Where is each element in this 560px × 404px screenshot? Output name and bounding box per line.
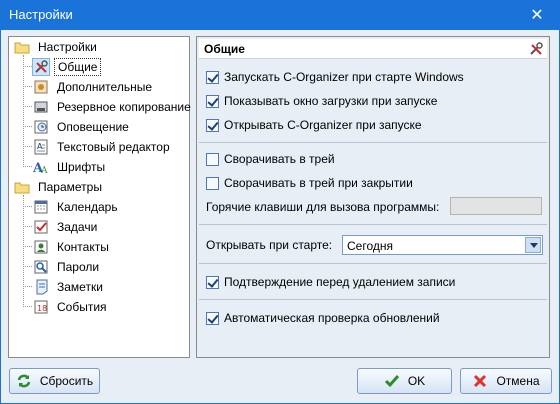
tree-item-label: Календарь [57,200,118,214]
checkbox-label: Автоматическая проверка обновлений [224,311,440,325]
tree-item-events[interactable]: 18 События [33,298,110,316]
folder-icon [14,179,30,195]
checkbox-label: Открывать C-Organizer при запуске [224,118,422,132]
show-splash-checkbox[interactable]: Показывать окно загрузки при запуске [206,94,437,108]
tree-item-passwords[interactable]: Пароли [33,258,102,276]
minimize-to-tray-on-close-checkbox[interactable]: Сворачивать в трей при закрытии [206,176,413,190]
cancel-button-label: Отмена [496,374,540,388]
checkbox-box[interactable] [206,118,219,132]
tree-item-notes[interactable]: Заметки [33,278,106,296]
tree-item-calendar[interactable]: Календарь [33,198,121,216]
checkbox-label: Показывать окно загрузки при запуске [224,94,438,108]
tree-item-advanced[interactable]: Дополнительные [33,78,155,96]
passwords-icon [33,259,49,275]
tree-item-label: Заметки [57,280,103,294]
checkbox-label: Сворачивать в трей при закрытии [224,176,413,190]
gear-icon [33,79,49,95]
events-icon: 18 [33,299,49,315]
separator [199,299,547,300]
separator [199,142,547,143]
wrench-screwdriver-icon [32,58,50,76]
checkbox-box[interactable] [206,152,219,166]
chevron-down-icon[interactable] [525,237,541,253]
svg-text:A: A [37,142,43,151]
tree-item-backup[interactable]: Резервное копирование [33,98,194,116]
ok-button[interactable]: OK [357,368,452,394]
reset-button[interactable]: Сбросить [9,368,100,394]
hotkey-field[interactable] [450,197,542,215]
tree-item-notification[interactable]: Оповещение [33,118,132,136]
notes-icon [33,279,49,295]
checkbox-box[interactable] [206,275,219,289]
svg-text:18: 18 [37,304,47,313]
close-icon[interactable]: ✕ [514,0,560,30]
checkbox-box[interactable] [206,70,219,84]
font-icon: AA [32,159,49,176]
tree-item-label: Текстовый редактор [57,140,170,154]
panel-header: Общие [199,39,547,59]
tree-item-label: Настройки [38,40,97,54]
cancel-button[interactable]: Отмена [460,368,552,394]
tree-item-label: Оповещение [57,120,129,134]
tree-item-settings[interactable]: Настройки [14,38,100,56]
checkbox-label: Запускать C-Organizer при старте Windows [224,70,464,84]
svg-text:A: A [40,166,48,175]
wrench-screwdriver-icon [528,41,544,57]
tasks-icon [33,219,49,235]
open-on-start-select[interactable]: Сегодня [342,235,543,255]
open-on-start-label: Открывать при старте: [206,238,333,252]
settings-tree[interactable]: Настройки Общие Дополнительные Резервное… [8,36,191,358]
text-editor-icon: A [33,139,49,155]
tree-item-label: Пароли [57,260,100,274]
tree-item-general[interactable]: Общие [32,58,102,76]
tree-item-label: Общие [54,58,102,76]
contacts-icon [33,239,49,255]
checkbox-box[interactable] [206,176,219,190]
window-title: Настройки [9,7,73,22]
folder-icon [14,39,30,55]
checkbox-label: Сворачивать в трей [224,152,335,166]
panel-title: Общие [204,42,245,56]
select-value: Сегодня [347,239,393,253]
tree-item-parameters[interactable]: Параметры [14,178,105,196]
separator [199,224,547,225]
checkbox-label: Подтверждение перед удалением записи [224,275,456,289]
open-on-start-checkbox[interactable]: Открывать C-Organizer при запуске [206,118,422,132]
confirm-delete-checkbox[interactable]: Подтверждение перед удалением записи [206,275,455,289]
tree-item-label: Контакты [57,240,109,254]
ok-button-label: OK [407,374,426,388]
clock-icon [33,119,49,135]
tree-item-label: События [57,300,107,314]
general-settings-panel: Общие Запускать C-Organizer при старте W… [196,36,550,358]
reset-button-label: Сбросить [39,374,94,388]
tree-item-contacts[interactable]: Контакты [33,238,112,256]
separator [199,263,547,264]
startup-with-windows-checkbox[interactable]: Запускать C-Organizer при старте Windows [206,70,464,84]
minimize-to-tray-checkbox[interactable]: Сворачивать в трей [206,152,335,166]
checkmark-icon [384,373,400,389]
tree-item-fonts[interactable]: AA Шрифты [32,158,108,176]
hotkey-label: Горячие клавиши для вызова программы: [206,200,440,214]
calendar-icon [33,199,49,215]
tree-item-label: Резервное копирование [57,100,191,114]
tree-item-label: Шрифты [57,160,106,174]
tree-item-text-editor[interactable]: A Текстовый редактор [33,138,173,156]
checkbox-box[interactable] [206,94,219,108]
auto-update-checkbox[interactable]: Автоматическая проверка обновлений [206,311,440,325]
backup-icon [33,99,49,115]
refresh-icon [16,373,32,389]
checkbox-box[interactable] [206,311,219,325]
title-bar: Настройки ✕ [0,0,560,30]
tree-item-label: Параметры [38,180,102,194]
cancel-x-icon [472,373,488,389]
tree-item-label: Дополнительные [57,80,152,94]
tree-item-label: Задачи [57,220,98,234]
tree-item-tasks[interactable]: Задачи [33,218,100,236]
